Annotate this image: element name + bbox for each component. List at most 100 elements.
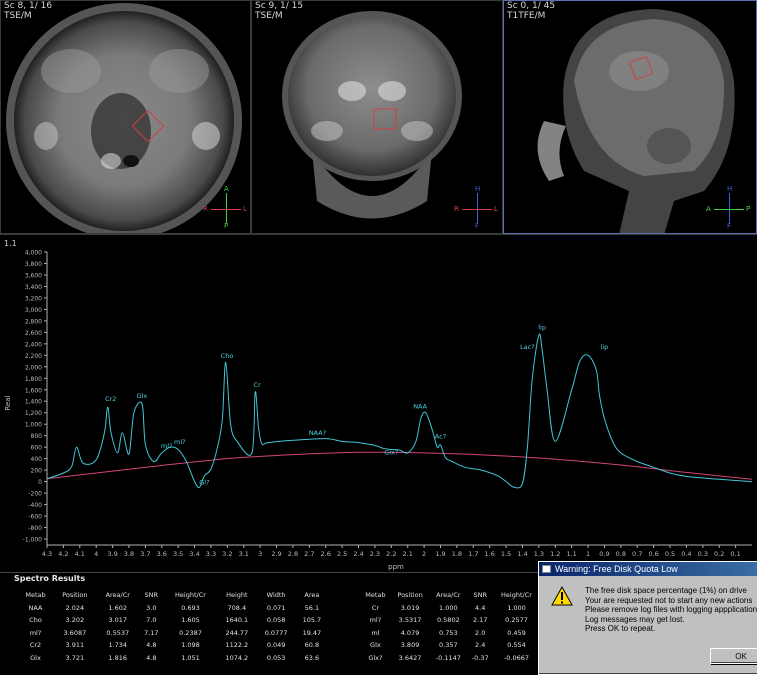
table-cell: 0.2577: [505, 616, 528, 625]
table-cell: 1074.2: [225, 653, 249, 662]
peak-label: Glx: [137, 392, 148, 400]
x-tick-label: 0.6: [648, 550, 658, 558]
series-label: Sc 9, 1/ 15: [255, 1, 304, 11]
spectrum-chart[interactable]: 4,000 3,800 3,600 3,400 3,200 3,000 2,800 2,600…: [0, 235, 757, 572]
y-tick-label: 4,000: [25, 250, 42, 257]
table-cell: 0.554: [507, 641, 526, 650]
orientation-right: P: [746, 205, 751, 213]
y-tick-label: 1,200: [25, 410, 42, 417]
table-cell: Cho: [29, 616, 42, 625]
x-tick-label: 1.3: [534, 550, 544, 558]
results-title: Spectro Results: [14, 574, 86, 583]
x-tick-label: 1.5: [501, 550, 511, 558]
viewport-axial-label: Sc 8, 1/ 16 TSE/M: [4, 1, 52, 21]
table-cell: 1640.1: [225, 616, 249, 625]
x-tick-label: 3.3: [206, 550, 216, 558]
x-tick-label: 1.6: [485, 550, 495, 558]
warning-dialog[interactable]: Warning: Free Disk Quota Low The free di…: [538, 561, 757, 675]
x-tick-label: 1.8: [452, 550, 462, 558]
peak-label: ml?: [161, 442, 173, 450]
peak-label: Lac?: [520, 343, 535, 351]
dialog-line: Press OK to repeat.: [585, 624, 656, 633]
table-cell: 0.693: [181, 603, 200, 612]
table-row: ml? 3.6087 0.5537 7.17 0.2387 244.77 0.0777 19.…: [18, 627, 328, 640]
ok-button[interactable]: OK: [710, 648, 757, 664]
x-tick-label: 2.4: [353, 550, 363, 558]
sequence-label: TSE/M: [255, 11, 283, 21]
column-header: SNR: [144, 591, 159, 600]
table-cell: NAA: [28, 603, 43, 612]
x-axis-label: ppm: [388, 563, 404, 571]
viewport-axial[interactable]: Sc 8, 1/ 16 TSE/M A P R L: [0, 0, 251, 234]
table-cell: Glx: [370, 641, 381, 650]
table-cell: 19.47: [302, 628, 322, 637]
column-header: Metab: [365, 591, 386, 600]
y-tick-label: 800: [31, 433, 43, 440]
table-cell: 0.5537: [106, 628, 130, 637]
table-cell: Cr2: [29, 641, 42, 650]
viewport-coronal[interactable]: Sc 9, 1/ 15 TSE/M H F R L: [251, 0, 503, 234]
dialog-line: Log messages may get lost.: [585, 614, 685, 624]
y-tick-label: 3,600: [25, 272, 42, 279]
viewport-sagittal[interactable]: Sc 0, 1/ 45 T1TFE/M H F A P: [503, 0, 757, 234]
table-cell: 4.079: [400, 628, 420, 637]
x-tick-label: 4.3: [42, 550, 52, 558]
x-tick-label: 3: [258, 550, 262, 558]
orientation-bottom: F: [727, 222, 732, 230]
table-cell: 3.911: [65, 641, 85, 650]
spectrum-curve: [46, 333, 753, 489]
table-cell: Glx: [30, 653, 41, 662]
table-cell: 244.77: [225, 628, 249, 637]
peak-label: Ac?: [435, 432, 446, 440]
y-tick-label: -400: [28, 502, 42, 509]
y-tick-label: 2,600: [25, 330, 42, 337]
baseline-curve: [46, 451, 753, 480]
table-cell: 0.058: [266, 616, 286, 625]
y-tick-label: -800: [28, 525, 42, 532]
table-cell: Glx?: [368, 653, 383, 662]
table-cell: 3.0: [146, 603, 157, 612]
x-tick-label: 2.6: [321, 550, 331, 558]
y-tick-label: 3,400: [25, 284, 42, 291]
peak-label: Cr: [253, 381, 261, 389]
dialog-message: The free disk space percentage (1%) on d…: [585, 586, 757, 634]
peak-label: Gl?: [199, 478, 209, 486]
table-cell: 3.202: [65, 616, 85, 625]
x-tick-label: 3.9: [107, 550, 117, 558]
orientation-right: L: [494, 205, 498, 213]
x-tick-label: 1.2: [550, 550, 560, 558]
column-header: Position: [397, 591, 423, 600]
x-tick-label: 4.2: [58, 550, 68, 558]
x-tick-label: 0.2: [714, 550, 724, 558]
table-cell: -0.37: [471, 653, 489, 662]
dialog-line: Your are requested not to start any new …: [585, 595, 753, 605]
table-cell: 4.8: [146, 653, 157, 662]
table-cell: -0.1147: [435, 653, 461, 662]
table-cell: 3.721: [65, 653, 85, 662]
y-tick-label: 1,400: [25, 399, 42, 406]
orientation-left: R: [203, 205, 208, 213]
orientation-bottom: F: [475, 222, 480, 230]
orientation-right: L: [243, 205, 247, 213]
series-label: Sc 0, 1/ 45: [507, 1, 556, 11]
x-tick-label: 3.7: [140, 550, 150, 558]
table-cell: 2.17: [472, 616, 488, 625]
x-tick-label: 3.8: [124, 550, 134, 558]
dialog-titlebar[interactable]: Warning: Free Disk Quota Low: [539, 562, 757, 576]
table-cell: 3.017: [108, 616, 128, 625]
table-cell: ml: [371, 628, 380, 637]
table-cell: 0.753: [439, 628, 458, 637]
table-row: NAA 2.024 1.602 3.0 0.693 708.4 0.071 56.1: [18, 602, 328, 615]
orientation-marker: A P R L: [203, 185, 247, 230]
orientation-marker: H F A P: [706, 185, 751, 230]
peak-label: lip: [601, 343, 609, 351]
x-tick-label: 3.2: [222, 550, 232, 558]
table-cell: 0.357: [439, 641, 458, 650]
table-cell: 63.6: [304, 653, 320, 662]
spectrum-panel[interactable]: 1.1 4,000 3,800 3,600 3,400 3,200 3,000 2,800 2…: [0, 234, 757, 572]
x-tick-label: 0.7: [632, 550, 642, 558]
x-tick-label: 0.9: [599, 550, 609, 558]
table-cell: 0.2387: [179, 628, 202, 637]
y-tick-label: 200: [31, 468, 43, 475]
peak-label: NAA?: [309, 429, 326, 437]
